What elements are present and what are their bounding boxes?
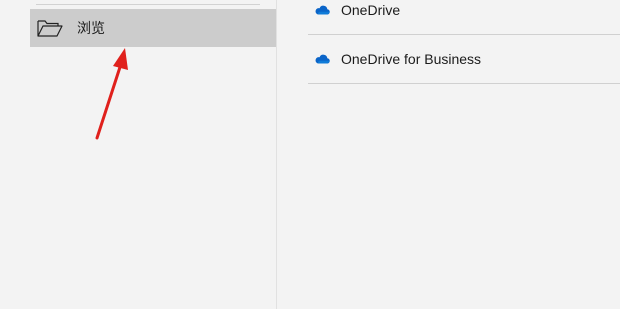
- browse-label: 浏览: [77, 21, 105, 37]
- onedrive-cloud-icon: [314, 53, 332, 65]
- onedrive-label: OneDrive: [341, 2, 401, 18]
- onedrive-cloud-icon: [314, 4, 332, 16]
- onedrive-for-business-item[interactable]: OneDrive for Business: [308, 35, 620, 84]
- browse-nav-item[interactable]: 浏览: [30, 9, 276, 47]
- location-list: OneDrive OneDrive for Business: [277, 0, 620, 309]
- onedrive-for-business-label: OneDrive for Business: [341, 51, 482, 67]
- navigation-pane: 浏览: [0, 0, 276, 309]
- folder-open-icon: [36, 18, 64, 38]
- onedrive-item[interactable]: OneDrive: [308, 0, 620, 35]
- separator: [36, 4, 260, 5]
